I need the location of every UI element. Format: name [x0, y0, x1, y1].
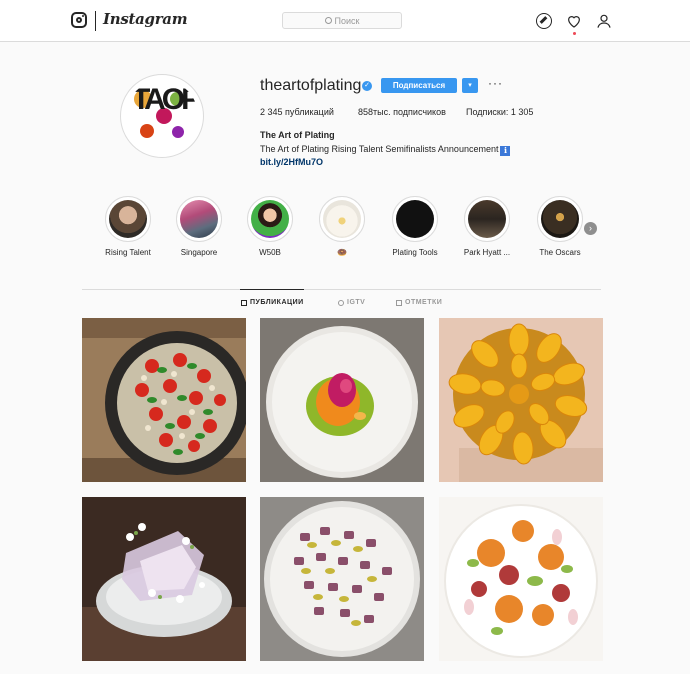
- post-thumbnail[interactable]: [439, 497, 603, 661]
- post-image: [439, 497, 603, 661]
- post-image: [260, 318, 424, 482]
- notification-dot: [573, 32, 576, 35]
- tab-posts[interactable]: ПУБЛИКАЦИИ: [241, 299, 304, 306]
- compass-icon[interactable]: [536, 13, 552, 29]
- post-thumbnail[interactable]: [82, 318, 246, 482]
- highlight-label: W50B: [259, 248, 281, 257]
- followers-count[interactable]: 858тыс. подписчиков: [358, 107, 446, 117]
- tab-igtv[interactable]: IGTV: [338, 299, 365, 306]
- highlight-plating-tools[interactable]: Plating Tools: [385, 196, 445, 257]
- bio-text-content: The Art of Plating Rising Talent Semifin…: [260, 144, 499, 154]
- highlight-label: Plating Tools: [392, 248, 438, 257]
- following-count[interactable]: Подписки: 1 305: [466, 107, 533, 117]
- post-thumbnail[interactable]: [439, 318, 603, 482]
- highlight-donut[interactable]: 🍩: [312, 196, 372, 257]
- post-image: [439, 318, 603, 482]
- grid-icon: [241, 299, 247, 306]
- highlight-label: Rising Talent: [105, 248, 151, 257]
- highlight-the-oscars[interactable]: The Oscars: [530, 196, 590, 257]
- highlight-thumbnail: [109, 200, 147, 238]
- post-image: [82, 497, 246, 661]
- avatar-letters: TAOP: [132, 83, 198, 116]
- post-thumbnail[interactable]: [260, 318, 424, 482]
- tabs-divider: [82, 289, 601, 290]
- tagged-icon: [396, 299, 402, 306]
- instagram-glyph-icon[interactable]: [71, 12, 87, 28]
- highlight-thumbnail: [180, 200, 218, 238]
- bio-link[interactable]: bit.ly/2HfMu7O: [260, 157, 323, 167]
- avatar-image: TAOP: [126, 80, 198, 152]
- info-icon: ℹ: [500, 146, 511, 156]
- post-image: [82, 318, 246, 482]
- post-thumbnail[interactable]: [260, 497, 424, 661]
- post-image: [260, 497, 424, 661]
- highlight-label: 🍩: [337, 248, 347, 257]
- heart-icon[interactable]: [566, 13, 582, 29]
- highlight-rising-talent[interactable]: Rising Talent: [98, 196, 158, 257]
- top-navigation-bar: Instagram Поиск: [0, 0, 690, 42]
- tab-label: IGTV: [347, 299, 366, 306]
- highlight-w50b[interactable]: W50B: [240, 196, 300, 257]
- tab-label: ОТМЕТКИ: [405, 299, 443, 306]
- highlight-label: Singapore: [180, 248, 218, 257]
- search-placeholder: Поиск: [334, 15, 360, 26]
- chevron-right-icon[interactable]: ›: [584, 222, 597, 235]
- igtv-icon: [338, 299, 344, 306]
- suggestions-dropdown-button[interactable]: ▾: [462, 78, 478, 93]
- highlight-thumbnail: [251, 200, 289, 238]
- follow-button[interactable]: Подписаться: [381, 78, 457, 93]
- highlight-thumbnail: [468, 200, 506, 238]
- verified-badge-icon: ✓: [362, 81, 372, 91]
- highlight-singapore[interactable]: Singapore: [169, 196, 229, 257]
- highlight-label: Park Hyatt ...: [463, 248, 511, 257]
- highlight-park-hyatt[interactable]: Park Hyatt ...: [457, 196, 517, 257]
- post-thumbnail[interactable]: [82, 497, 246, 661]
- posts-count: 2 345 публикаций: [260, 107, 334, 117]
- highlight-thumbnail: [323, 200, 361, 238]
- instagram-wordmark[interactable]: Instagram: [103, 10, 188, 28]
- search-icon: [324, 17, 332, 24]
- profile-username: theartofplating: [260, 77, 362, 94]
- more-icon[interactable]: ···: [488, 76, 503, 90]
- logo-divider: [95, 11, 96, 31]
- bio-full-name: The Art of Plating: [260, 130, 335, 140]
- search-input[interactable]: Поиск: [282, 12, 402, 29]
- person-icon[interactable]: [596, 13, 612, 29]
- profile-avatar[interactable]: TAOP: [120, 74, 204, 158]
- active-tab-indicator: [240, 289, 304, 290]
- bio-text: The Art of Plating Rising Talent Semifin…: [260, 144, 511, 156]
- highlight-thumbnail: [541, 200, 579, 238]
- highlight-thumbnail: [396, 200, 434, 238]
- tab-label: ПУБЛИКАЦИИ: [250, 299, 304, 306]
- highlight-label: The Oscars: [539, 248, 581, 257]
- tab-tagged[interactable]: ОТМЕТКИ: [396, 299, 442, 306]
